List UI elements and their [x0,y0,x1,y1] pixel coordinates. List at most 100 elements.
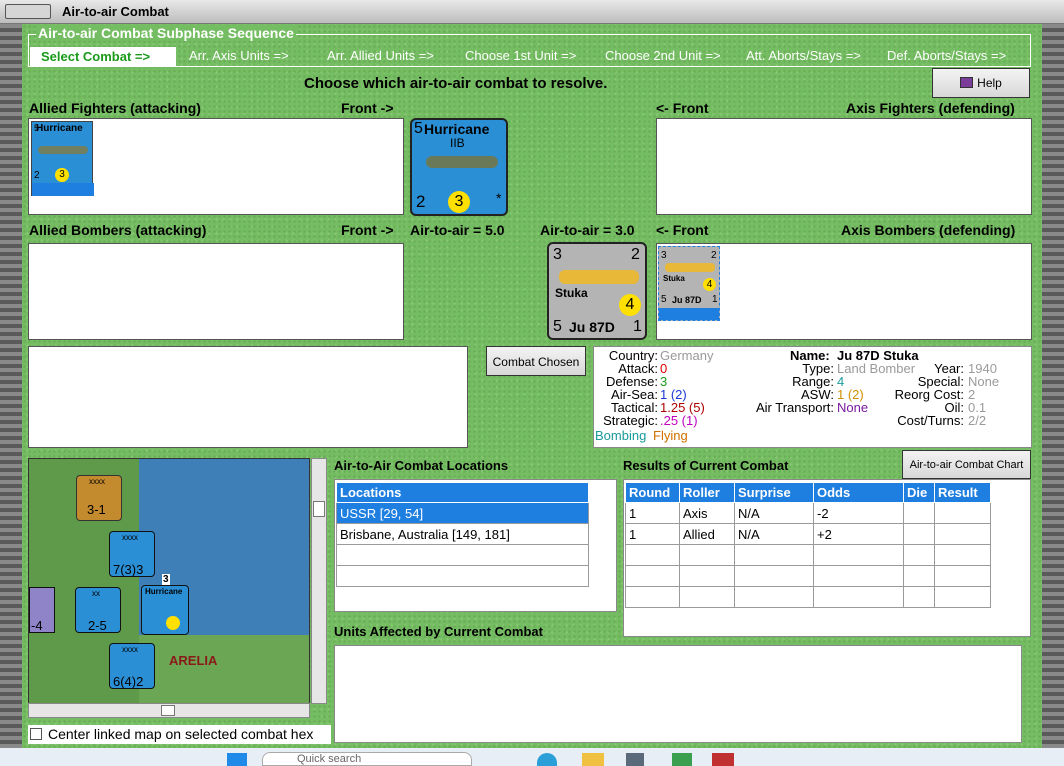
window-menu-icon[interactable] [5,4,51,19]
message-box [28,346,468,448]
stuka-small-range: 4 [703,278,716,291]
stuka-small-top-right: 2 [711,250,717,261]
col-surprise: Surprise [734,482,814,503]
results-title: Results of Current Combat [623,458,789,473]
seq-arr-allied[interactable]: Arr. Allied Units => [327,48,434,63]
strategic-value: .25 (1) [660,413,698,428]
air-transport-label: Air Transport: [755,400,834,415]
stuka-top-left: 3 [553,246,562,263]
help-button[interactable]: Help [932,68,1030,98]
taskbar-search-box[interactable]: Quick search [262,752,472,766]
counter-size-3: xx [92,589,100,598]
unit-info-panel: Country: Germany Attack: 0 Defense: 3 Ai… [593,346,1032,448]
hurricane-small-top: 5 [34,123,40,133]
stuka-small-counter[interactable]: 3 2 Stuka 4 5 Ju 87D 1 [658,246,720,321]
combat-hex-stack[interactable]: 3 Hurricane [141,574,189,635]
seq-arr-axis[interactable]: Arr. Axis Units => [189,48,289,63]
location-row-brisbane[interactable]: Brisbane, Australia [149, 181] [336,523,589,545]
range-dot [166,616,180,630]
cell-roller: Allied [679,523,735,545]
edge-icon[interactable] [537,753,557,766]
app-icon[interactable] [672,753,692,766]
counter-size-5: xxxx [122,645,138,654]
col-odds: Odds [813,482,904,503]
locations-list[interactable]: Locations USSR [29, 54] Brisbane, Austra… [334,479,617,612]
calculator-icon[interactable] [626,753,644,766]
seq-select-combat[interactable]: Select Combat => [30,47,176,66]
cell-odds: -2 [813,502,904,524]
map-vscroll-thumb[interactable] [313,501,325,517]
air-transport-value: None [837,400,869,415]
cell-result [934,502,991,524]
cell-surprise: N/A [734,523,814,545]
seq-choose-2nd[interactable]: Choose 2nd Unit => [605,48,721,63]
hurricane-small-name: Hurricane [36,123,83,134]
stuka-bottom-left: 5 [553,318,562,335]
air-to-air-chart-button[interactable]: Air-to-air Combat Chart [902,450,1031,479]
seq-choose-1st[interactable]: Choose 1st Unit => [465,48,576,63]
linked-map[interactable]: xxxx 3-1 xxxx 7(3)3 xx 2-5 -4 3 Hurrican… [28,458,310,704]
allied-bombers-box[interactable] [28,243,404,340]
counter-size-2: xxxx [122,533,138,542]
stuka-large-counter[interactable]: 3 2 Stuka 4 5 Ju 87D 1 [547,242,647,340]
center-map-checkbox[interactable] [30,728,42,740]
bombing-status: Bombing [595,428,647,443]
country-value: Germany [660,348,714,363]
taskbar: Quick search [0,748,1064,766]
hurricane-large-counter[interactable]: 5 Hurricane IIB 2 3 * [410,118,508,216]
front-right-label-2: Front -> [341,222,394,238]
stuka-small-top-left: 3 [661,250,667,261]
counter-strength-3: 2-5 [88,618,107,633]
col-result: Result [934,482,991,503]
axis-bombers-label: Axis Bombers (defending) [841,222,1016,238]
stuka-small-plane-icon [665,263,715,272]
hurricane-small-bottom: 2 [34,170,40,181]
windows-start-icon[interactable] [227,753,247,766]
allied-counter-6-4-2[interactable]: xxxx 6(4)2 [109,643,155,689]
stuka-range: 4 [619,294,641,316]
cell-die [903,523,935,545]
map-vertical-scrollbar[interactable] [311,458,327,704]
hurricane-bottom-left: 2 [416,192,426,211]
seq-att-aborts[interactable]: Att. Aborts/Stays => [746,48,861,63]
hurricane-small-counter[interactable]: Hurricane 5 2 3 [31,121,94,196]
counter-strength-1: 3-1 [87,502,106,517]
allied-counter-2-5[interactable]: xx 2-5 [75,587,121,633]
folder-icon[interactable] [582,753,604,766]
sequence-title: Air-to-air Combat Subphase Sequence [36,25,296,41]
mini-counter-name: Hurricane [145,587,183,596]
map-horizontal-scrollbar[interactable] [28,703,310,718]
axis-counter-3-1[interactable]: xxxx 3-1 [76,475,122,521]
help-label: Help [977,76,1002,90]
axis-air-to-air: Air-to-air = 3.0 [540,222,635,238]
allied-air-to-air: Air-to-air = 5.0 [410,222,505,238]
map-hscroll-thumb[interactable] [161,705,175,716]
allied-counter-edge[interactable]: -4 [29,587,55,633]
center-map-label: Center linked map on selected combat hex [48,726,314,742]
game-icon[interactable] [712,753,734,766]
units-affected-title: Units Affected by Current Combat [334,624,543,639]
plane-icon-small [38,146,88,154]
counter-strength-2: 7(3)3 [113,562,144,577]
axis-fighters-box[interactable] [656,118,1032,215]
allied-counter-7-3-3[interactable]: xxxx 7(3)3 [109,531,155,577]
air-to-air-window: Air-to-air Combat Air-to-air Combat Subp… [0,0,1064,766]
seq-def-aborts[interactable]: Def. Aborts/Stays => [887,48,1006,63]
hurricane-plane-icon [426,156,498,168]
cell-roller: Axis [679,502,735,524]
hurricane-small-range: 3 [55,168,69,182]
hurricane-range: 3 [448,191,470,213]
location-row-ussr[interactable]: USSR [29, 54] [336,502,589,524]
center-map-option[interactable]: Center linked map on selected combat hex [28,725,331,744]
front-left-label-1: <- Front [656,100,709,116]
table-row [625,565,991,587]
axis-bombers-box[interactable]: 3 2 Stuka 4 5 Ju 87D 1 [656,243,1032,340]
land-area-2 [139,635,309,703]
flying-status: Flying [653,428,688,443]
combat-chosen-button[interactable]: Combat Chosen [486,346,586,376]
prompt-text: Choose which air-to-air combat to resolv… [304,75,608,92]
allied-bombers-label: Allied Bombers (attacking) [29,222,207,238]
locations-header: Locations [336,482,589,503]
stuka-model: Ju 87D [569,319,615,335]
allied-fighters-box[interactable]: Hurricane 5 2 3 [28,118,404,215]
